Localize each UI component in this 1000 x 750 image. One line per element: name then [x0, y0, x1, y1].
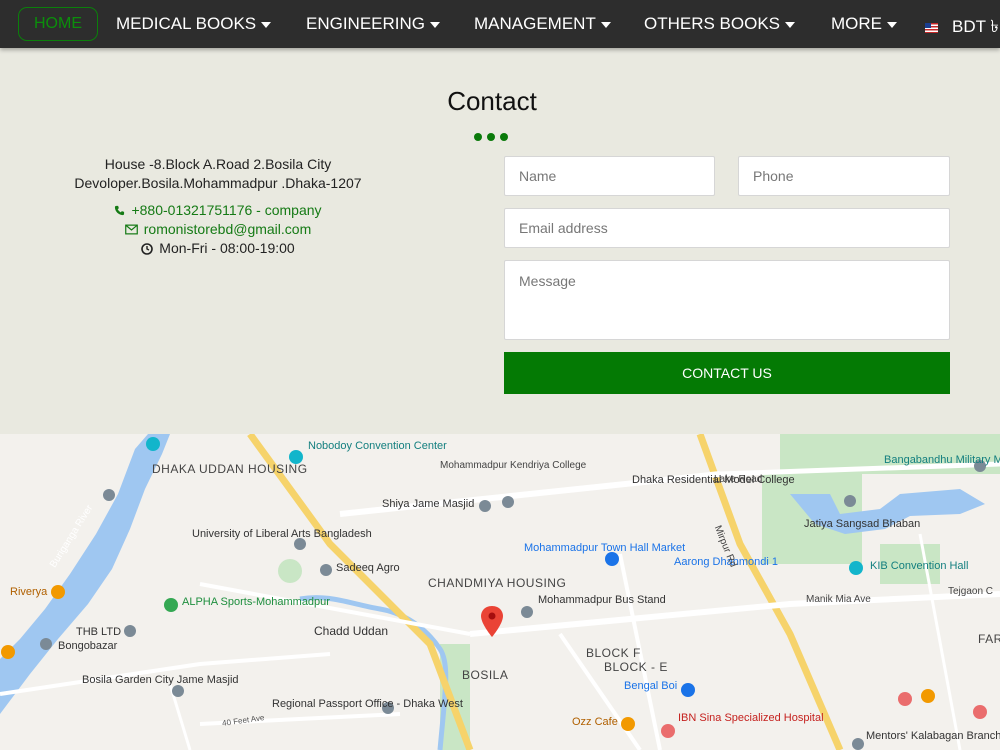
email-link[interactable]: romonistorebd@gmail.com — [144, 220, 312, 239]
map-label-block-e: BLOCK - E — [604, 660, 668, 674]
map-label-mentors: Mentors' Kalabagan Branch — [866, 730, 1000, 742]
map-label-thb: THB LTD — [76, 626, 122, 638]
map-label-chandmiya: CHANDMIYA HOUSING — [428, 576, 567, 590]
envelope-icon — [124, 224, 138, 235]
map-label-bangabandhu: Bangabandhu Military Museum — [884, 454, 1000, 466]
caret-down-icon — [600, 22, 611, 28]
map-label-tejgaon: Tejgaon C — [948, 586, 994, 597]
map-label-ibn-sina: IBN Sina Specialized Hospital — [678, 712, 824, 724]
map-label-dhaka-uddan: DHAKA UDDAN HOUSING — [152, 462, 308, 476]
contact-us-button[interactable]: CONTACT US — [504, 352, 950, 394]
caret-down-icon — [887, 22, 897, 28]
phone-number[interactable]: +880-01321751176 - company — [131, 201, 321, 220]
nav-item-engineering[interactable]: ENGINEERING — [306, 14, 441, 34]
map-label-bengal-boi: Bengal Boi — [624, 680, 678, 692]
nav-item-others-books[interactable]: OTHERS BOOKS — [644, 14, 796, 34]
map-label-town-hall: Mohammadpur Town Hall Market — [524, 542, 686, 554]
map-label-alpha: ALPHA Sports-Mohammadpur — [182, 596, 330, 608]
name-input[interactable] — [504, 156, 715, 196]
caret-down-icon — [261, 22, 272, 28]
map-label-nobodoy: Nobodoy Convention Center — [308, 440, 447, 452]
embedded-map[interactable]: DHAKA UDDAN HOUSING Nobodoy Convention C… — [0, 434, 1000, 750]
title-divider-dots — [474, 133, 508, 141]
hours-line: Mon-Fri - 08:00-19:00 — [40, 239, 396, 258]
clock-icon — [141, 242, 154, 255]
nav-home-button[interactable]: HOME — [18, 7, 98, 41]
map-label-bosila-garden: Bosila Garden City Jame Masjid — [82, 674, 239, 686]
map-label-chadd-uddan: Chadd Uddan — [314, 624, 389, 638]
message-textarea[interactable] — [504, 260, 950, 340]
map-label-univ-liberal: University of Liberal Arts Bangladesh — [192, 528, 372, 540]
map-label-riverya: Riverya — [10, 586, 48, 598]
top-navbar: HOME MEDICAL BOOKS ENGINEERING MANAGEMEN… — [0, 0, 1000, 48]
email-input[interactable] — [504, 208, 950, 248]
nav-item-medical-books[interactable]: MEDICAL BOOKS — [116, 14, 272, 34]
phone-icon — [115, 205, 125, 216]
phone-input[interactable] — [738, 156, 950, 196]
nav-item-more[interactable]: MORE — [831, 14, 897, 34]
nav-item-management[interactable]: MANAGEMENT — [474, 14, 611, 34]
map-label-kib: KIB Convention Hall — [870, 560, 969, 572]
currency-selector[interactable]: BDT ৳ — [925, 14, 999, 42]
contact-info: House -8.Block A.Road 2.Bosila City Devo… — [40, 155, 396, 258]
phone-line: +880-01321751176 - company — [40, 201, 396, 220]
map-base — [0, 434, 1000, 750]
caret-down-icon — [785, 22, 796, 28]
caret-down-icon — [430, 22, 441, 28]
address: House -8.Block A.Road 2.Bosila City Devo… — [74, 156, 362, 191]
map-label-passport: Regional Passport Office - Dhaka West — [272, 698, 463, 710]
map-label-ozz-cafe: Ozz Cafe — [572, 716, 618, 728]
map-label-block-f: BLOCK F — [586, 646, 641, 660]
map-label-bongobazar: Bongobazar — [58, 640, 118, 652]
map-label-lake-road: Lake Road — [714, 474, 763, 485]
us-flag-icon — [925, 23, 938, 33]
map-label-shiya-jame: Shiya Jame Masjid — [382, 498, 475, 510]
map-label-jatiya-sangsad: Jatiya Sangsad Bhaban — [804, 518, 921, 530]
map-label-bosila: BOSILA — [462, 668, 509, 682]
map-label-manik-mia: Manik Mia Ave — [806, 594, 871, 605]
map-label-far: FAR — [978, 632, 1000, 646]
map-label-bus-stand: Mohammadpur Bus Stand — [538, 594, 666, 606]
map-label-mohammadpur-kendriya: Mohammadpur Kendriya College — [440, 460, 587, 471]
email-line: romonistorebd@gmail.com — [40, 220, 396, 239]
map-label-sadeeq: Sadeeq Agro — [336, 562, 400, 574]
contact-title: Contact — [447, 86, 537, 116]
